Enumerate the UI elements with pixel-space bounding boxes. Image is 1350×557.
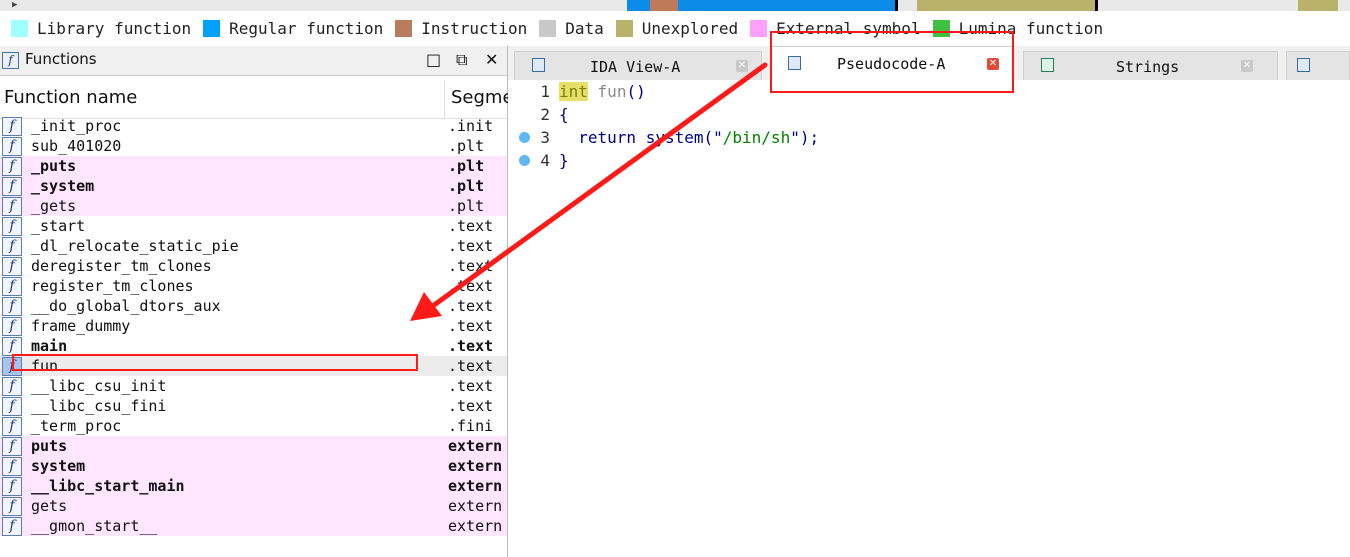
annotation-arrow	[410, 62, 768, 321]
